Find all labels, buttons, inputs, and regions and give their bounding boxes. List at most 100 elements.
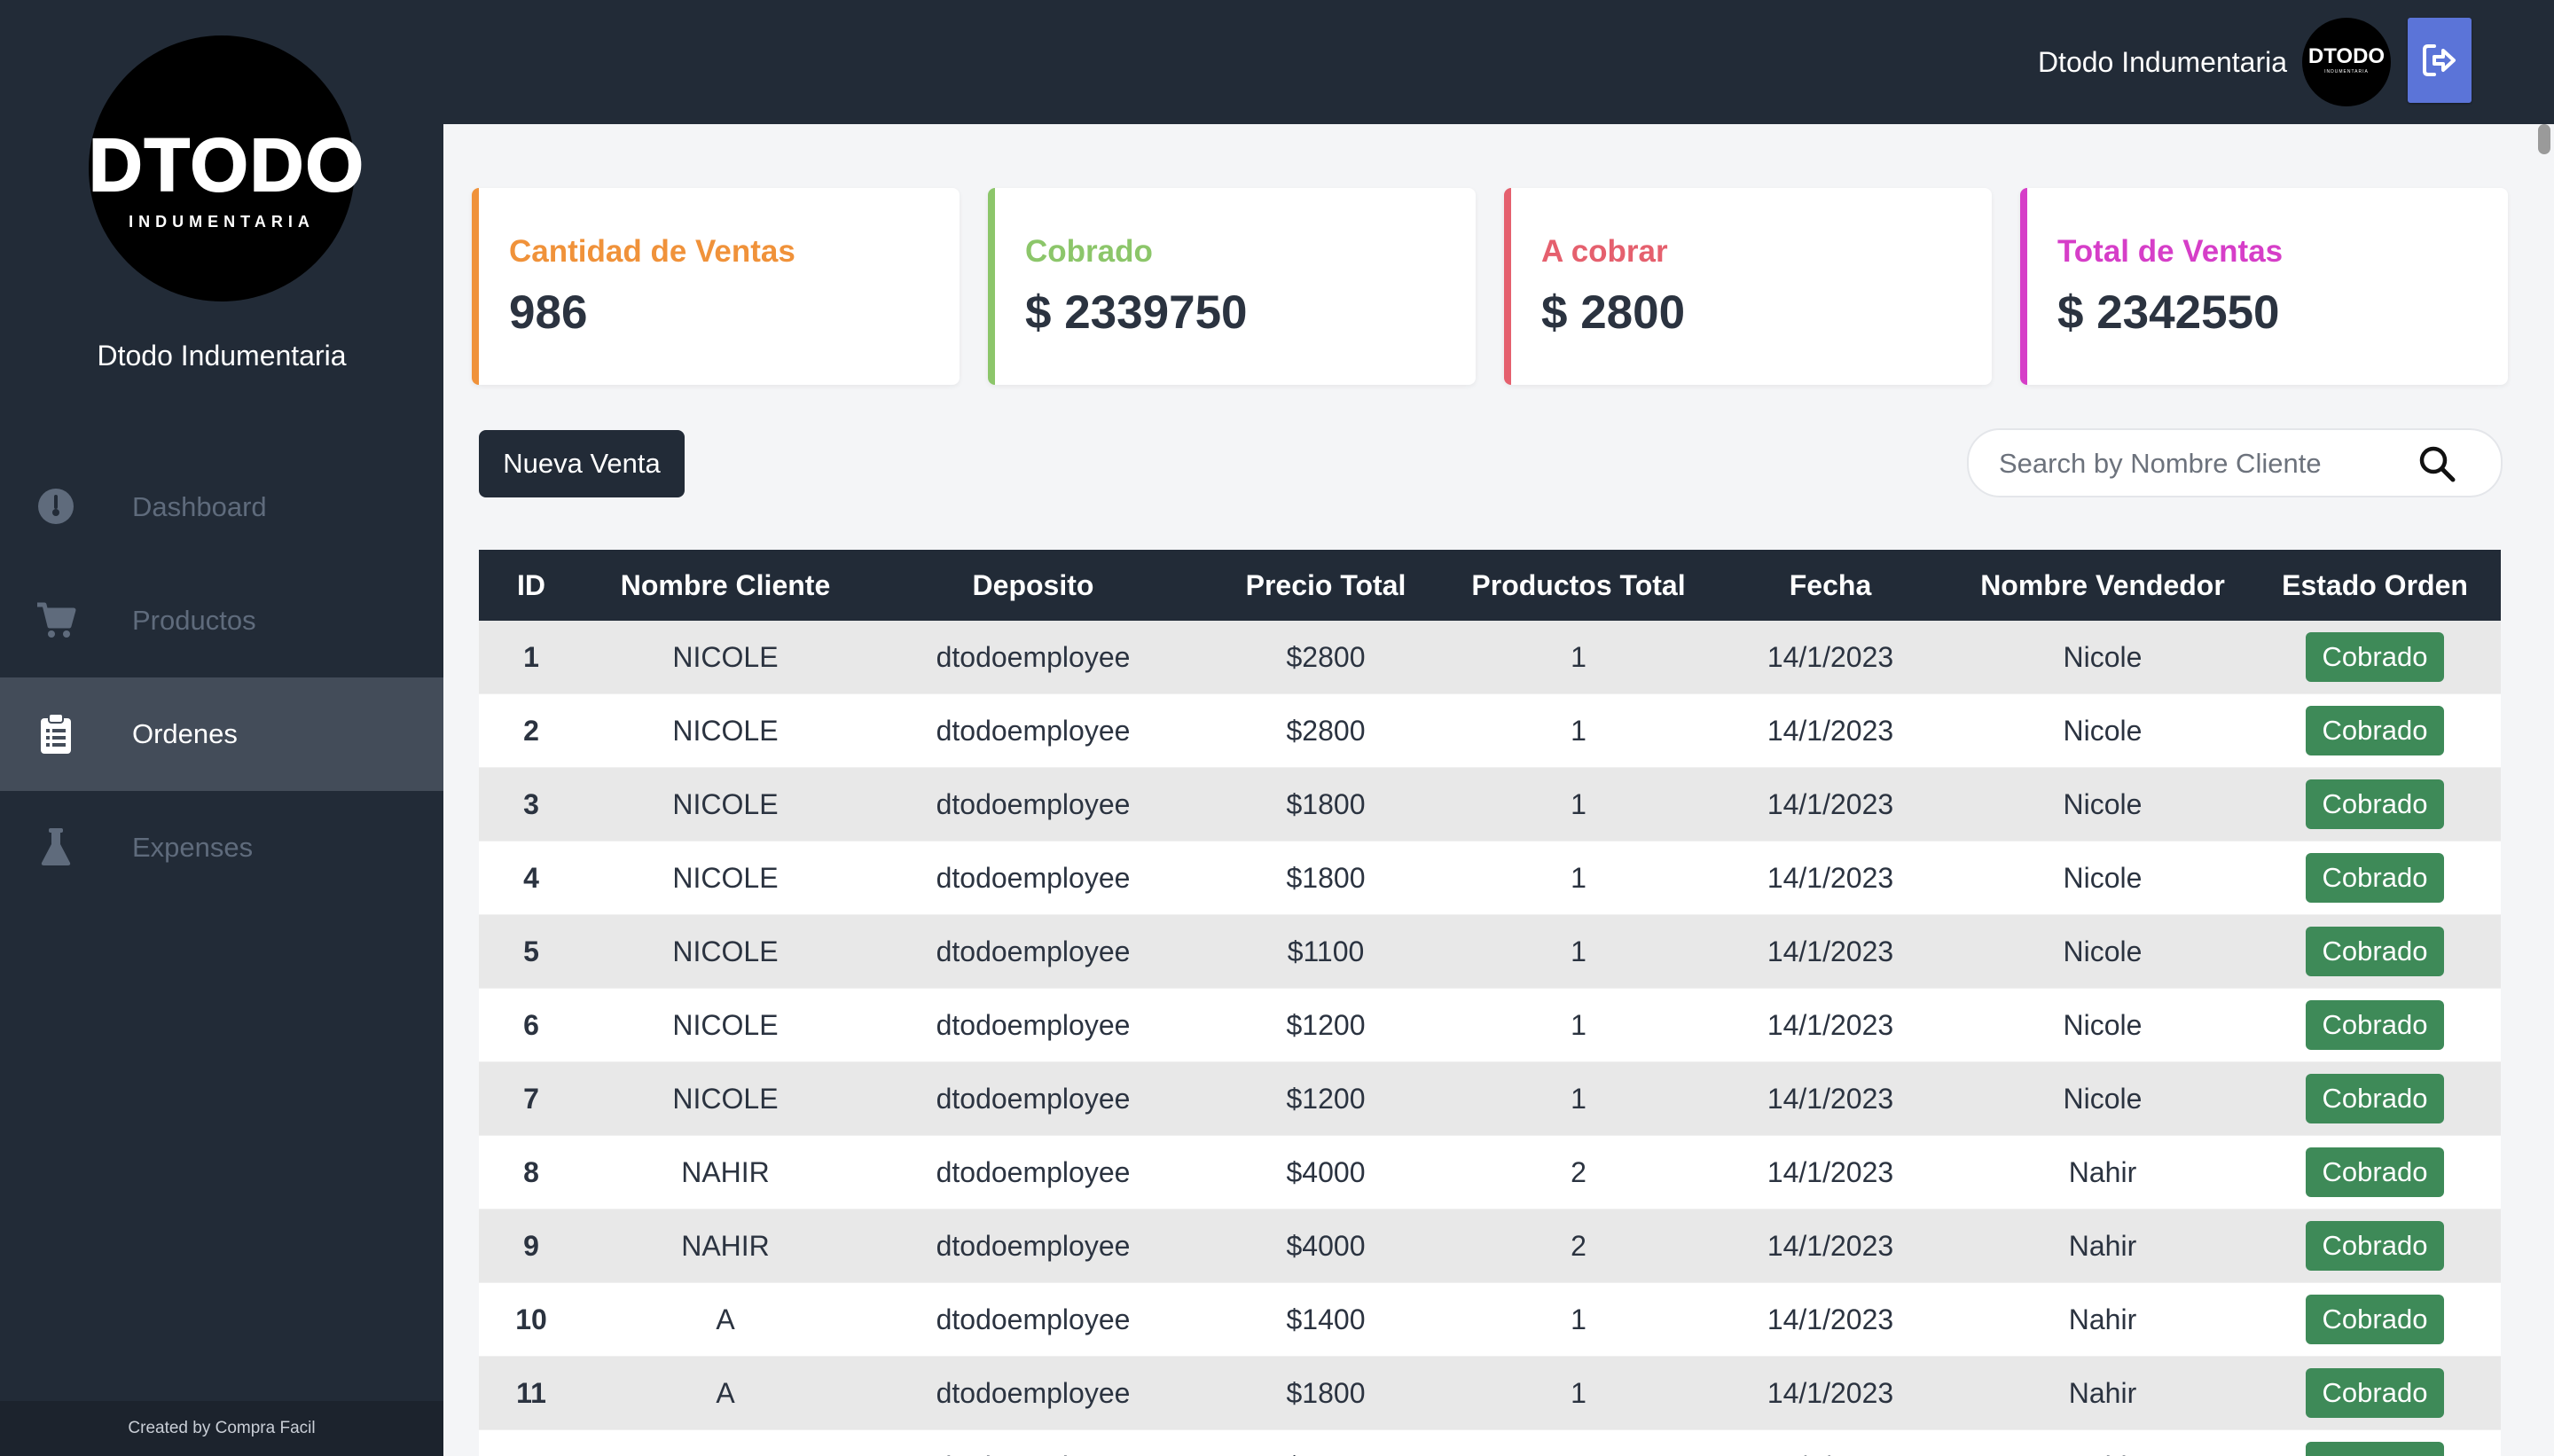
cell-seller-name: Nahir (1956, 1356, 2249, 1430)
status-badge[interactable]: Cobrado (2306, 1074, 2444, 1123)
stat-card-total-ventas: Total de Ventas $ 2342550 (2020, 188, 2508, 385)
cell-order-date: 14/1/2023 (1704, 1061, 1956, 1136)
table-row[interactable]: 4 NICOLE dtodoemployee $1800 1 14/1/2023 Nicol… (479, 841, 2501, 915)
cell-products-total: 1 (1453, 1356, 1704, 1430)
table-row[interactable]: 9 NAHIR dtodoemployee $4000 2 14/1/2023 Nahir C… (479, 1209, 2501, 1283)
sidebar-item-label: Dashboard (132, 491, 267, 522)
status-badge[interactable]: Cobrado (2306, 1000, 2444, 1050)
status-badge[interactable]: Cobrado (2306, 1368, 2444, 1418)
stat-value: $ 2339750 (1025, 286, 1248, 339)
cell-order-id: 9 (479, 1209, 584, 1283)
column-header-precio-total[interactable]: Precio Total (1199, 550, 1453, 621)
status-badge[interactable]: Cobrado (2306, 779, 2444, 829)
cell-total-price: $2800 (1199, 621, 1453, 694)
sidebar-item-dashboard[interactable]: Dashboard (0, 450, 443, 564)
orders-table: ID Nombre Cliente Deposito Precio Total … (479, 550, 2501, 1456)
cell-order-id: 11 (479, 1356, 584, 1430)
table-row[interactable]: 6 NICOLE dtodoemployee $1200 1 14/1/2023 Nicol… (479, 988, 2501, 1062)
status-badge[interactable]: Cobrado (2306, 1442, 2444, 1456)
sidebar-item-ordenes[interactable]: Ordenes (0, 677, 443, 791)
search-icon[interactable] (2417, 444, 2456, 483)
sidebar-item-label: Productos (132, 605, 256, 636)
cell-seller-name: Nicole (1956, 914, 2249, 989)
table-row[interactable]: 3 NICOLE dtodoemployee $1800 1 14/1/2023 Nicol… (479, 767, 2501, 842)
cell-order-id: 6 (479, 988, 584, 1062)
sidebar-item-productos[interactable]: Productos (0, 564, 443, 677)
scrollbar[interactable] (2533, 124, 2554, 1456)
table-row[interactable]: 12Adtodoemployee$1200114/1/2023Nahir Cobr… (479, 1429, 2501, 1456)
stat-card-a-cobrar: A cobrar $ 2800 (1504, 188, 1992, 385)
new-sale-button[interactable]: Nueva Venta (479, 430, 685, 497)
table-row[interactable]: 11 Adtodoemployee $1800 1 14/1/2023 Nahir Cobr… (479, 1356, 2501, 1430)
stat-title: Cobrado (1025, 234, 1153, 269)
table-row[interactable]: 10 Adtodoemployee $1400 1 14/1/2023 Nahir Cobr… (479, 1282, 2501, 1357)
cart-icon (37, 602, 76, 638)
status-badge[interactable]: Cobrado (2306, 1221, 2444, 1271)
stat-value: $ 2342550 (2057, 286, 2280, 339)
avatar[interactable]: DTODO INDUMENTARIA (2302, 18, 2391, 106)
search-input[interactable]: Search by Nombre Cliente (1967, 428, 2503, 497)
cell-order-date: 14/1/2023 (1704, 914, 1956, 989)
status-badge[interactable]: Cobrado (2306, 706, 2444, 755)
main-content: Cantidad de Ventas 986 Cobrado $ 2339750… (443, 124, 2554, 1456)
sidebar-item-expenses[interactable]: Expenses (0, 791, 443, 904)
cell-deposit: dtodoemployee (867, 1135, 1199, 1209)
column-header-id[interactable]: ID (479, 550, 584, 621)
table-row[interactable]: 5 NICOLE dtodoemployee $1100 1 14/1/2023 Nicol… (479, 914, 2501, 989)
column-header-estado-orden[interactable]: Estado Orden (2249, 550, 2501, 621)
cell-order-status: Cobrado (2249, 1135, 2501, 1209)
column-header-deposito[interactable]: Deposito (867, 550, 1199, 621)
cell-order-date: 14/1/2023 (1704, 1429, 1956, 1456)
cell-seller-name: Nicole (1956, 693, 2249, 768)
status-badge[interactable]: Cobrado (2306, 632, 2444, 682)
cell-customer-name: NICOLE (584, 914, 867, 989)
table-row[interactable]: 2 NICOLE dtodoemployee $2800 1 14/1/2023 Nicol… (479, 693, 2501, 768)
column-header-productos-total[interactable]: Productos Total (1453, 550, 1704, 621)
cell-products-total: 1 (1453, 1429, 1704, 1456)
avatar-logo-text: DTODO (2307, 44, 2386, 68)
logout-button[interactable] (2408, 18, 2472, 103)
status-badge[interactable]: Cobrado (2306, 853, 2444, 903)
cell-seller-name: Nahir (1956, 1209, 2249, 1283)
cell-deposit: dtodoemployee (867, 1282, 1199, 1357)
cell-order-id: 5 (479, 914, 584, 989)
table-row[interactable]: 8 NAHIR dtodoemployee $4000 2 14/1/2023 Nahir C… (479, 1135, 2501, 1209)
scrollbar-thumb[interactable] (2538, 124, 2550, 154)
cell-order-status: Cobrado (2249, 767, 2501, 842)
table-row[interactable]: 1 NICOLE dtodoemployee $2800 1 14/1/2023 Nicol… (479, 621, 2501, 694)
cell-products-total: 2 (1453, 1209, 1704, 1283)
status-badge[interactable]: Cobrado (2306, 927, 2444, 976)
orders-table-body: 1 NICOLE dtodoemployee $2800 1 14/1/2023 Nicol… (479, 621, 2501, 1456)
cell-order-status: Cobrado (2249, 1282, 2501, 1357)
cell-order-status: Cobrado (2249, 988, 2501, 1062)
cell-customer-name: NAHIR (584, 1135, 867, 1209)
table-header-row: ID Nombre Cliente Deposito Precio Total … (479, 550, 2501, 621)
cell-total-price: $1800 (1199, 1356, 1453, 1430)
cell-order-date: 14/1/2023 (1704, 1135, 1956, 1209)
status-badge[interactable]: Cobrado (2306, 1147, 2444, 1197)
table-row[interactable]: 7 NICOLE dtodoemployee $1200 1 14/1/2023 Nicol… (479, 1061, 2501, 1136)
cell-order-date: 14/1/2023 (1704, 1209, 1956, 1283)
column-header-nombre-cliente[interactable]: Nombre Cliente (584, 550, 867, 621)
cell-total-price: $4000 (1199, 1135, 1453, 1209)
sidebar-footer: Created by Compra Facil (0, 1401, 443, 1456)
cell-order-status: Cobrado (2249, 1209, 2501, 1283)
cell-customer-name: A (584, 1429, 867, 1456)
cell-order-status: Cobrado (2249, 914, 2501, 989)
cell-order-status: Cobrado (2249, 1356, 2501, 1430)
cell-seller-name: Nahir (1956, 1282, 2249, 1357)
cell-seller-name: Nicole (1956, 621, 2249, 694)
cell-products-total: 1 (1453, 767, 1704, 842)
cell-customer-name: NICOLE (584, 693, 867, 768)
column-header-nombre-vendedor[interactable]: Nombre Vendedor (1956, 550, 2249, 621)
status-badge[interactable]: Cobrado (2306, 1295, 2444, 1344)
column-header-fecha[interactable]: Fecha (1704, 550, 1956, 621)
stat-card-cantidad-ventas: Cantidad de Ventas 986 (472, 188, 960, 385)
cell-order-date: 14/1/2023 (1704, 621, 1956, 694)
cell-order-id: 12 (479, 1429, 584, 1456)
stat-title: Total de Ventas (2057, 234, 2284, 269)
cell-order-status: Cobrado (2249, 693, 2501, 768)
cell-order-date: 14/1/2023 (1704, 767, 1956, 842)
cell-order-date: 14/1/2023 (1704, 1282, 1956, 1357)
cell-products-total: 1 (1453, 621, 1704, 694)
